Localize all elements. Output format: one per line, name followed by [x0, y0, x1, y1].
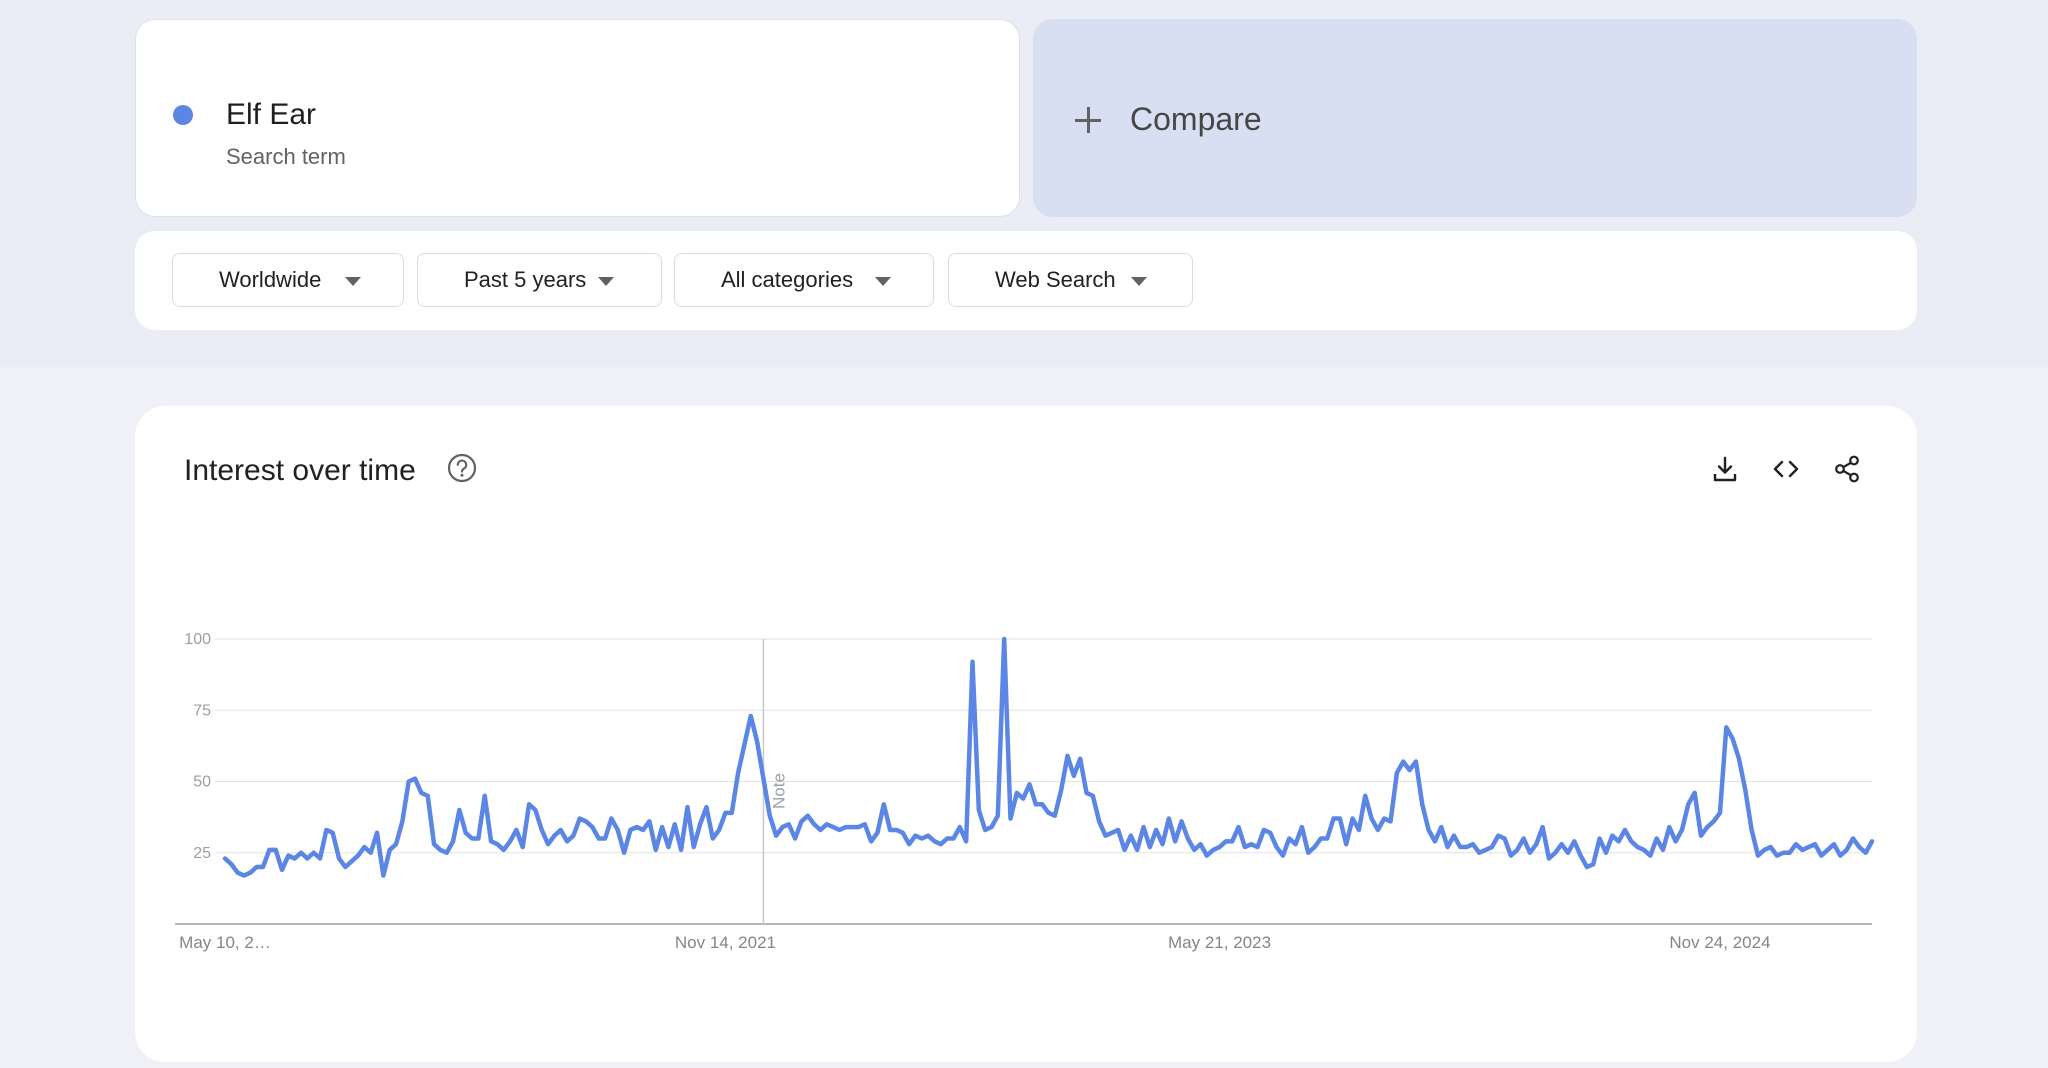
chevron-down-icon	[345, 277, 361, 286]
note-label: Note	[769, 773, 788, 809]
compare-label: Compare	[1130, 101, 1262, 137]
category-dropdown[interactable]: All categories	[674, 253, 934, 307]
chevron-down-icon	[875, 277, 891, 286]
series-line-elf-ear	[222, 636, 1875, 878]
x-tick-label: May 21, 2023	[1168, 933, 1271, 952]
chevron-down-icon	[598, 277, 614, 286]
compare-button[interactable]: Compare	[1033, 19, 1917, 217]
chevron-down-icon	[1131, 277, 1147, 286]
region-dropdown[interactable]: Worldwide	[172, 253, 404, 307]
search-term-card[interactable]: Elf Ear Search term	[135, 19, 1020, 217]
time-range-dropdown[interactable]: Past 5 years	[417, 253, 662, 307]
x-tick-label: May 10, 2…	[179, 933, 271, 952]
search-term-name[interactable]: Elf Ear	[226, 100, 316, 130]
y-tick-label: 25	[193, 845, 211, 862]
y-tick-label: 100	[184, 631, 211, 648]
interest-line-chart: 100 75 50 25 Note May 10, 2… Nov 14, 2021 May 2…	[175, 631, 1875, 952]
region-dropdown-label: Worldwide	[219, 267, 322, 292]
search-type-dropdown[interactable]: Web Search	[948, 253, 1193, 307]
y-tick-label: 75	[193, 702, 211, 719]
interest-over-time-card: Interest over time 100 75 50 25 Note May 10, …	[135, 406, 1917, 1062]
search-term-subtitle: Search term	[226, 144, 346, 169]
plus-icon	[1075, 107, 1101, 133]
x-tick-label: Nov 24, 2024	[1669, 933, 1770, 952]
x-tick-label: Nov 14, 2021	[675, 933, 776, 952]
category-dropdown-label: All categories	[721, 267, 854, 292]
y-tick-label: 50	[193, 774, 211, 791]
search-type-dropdown-label: Web Search	[995, 267, 1116, 292]
time-range-dropdown-label: Past 5 years	[464, 267, 587, 292]
filter-bar: Worldwide Past 5 years All categories We…	[135, 231, 1917, 330]
series-color-dot	[173, 105, 193, 125]
